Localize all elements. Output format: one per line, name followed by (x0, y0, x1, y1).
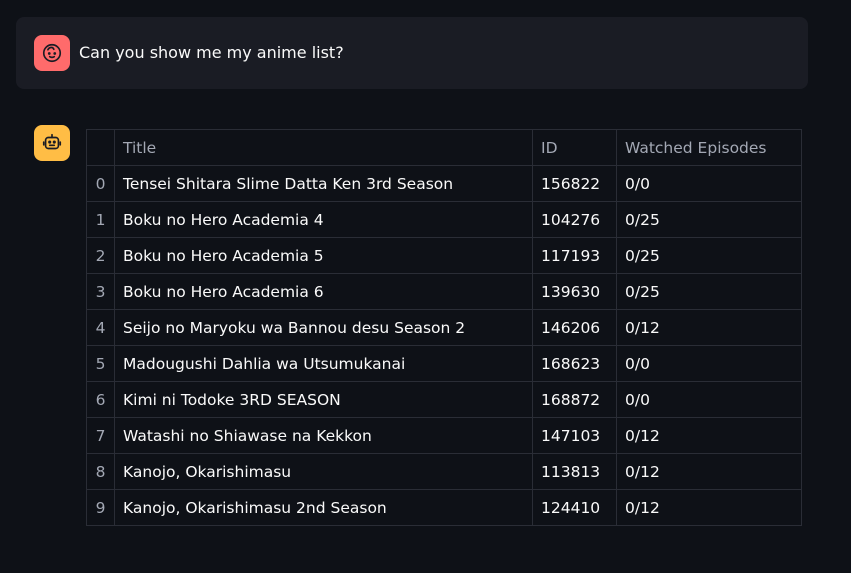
column-header-index[interactable] (86, 129, 115, 166)
robot-icon (42, 133, 62, 150)
id-cell[interactable]: 139630 (532, 273, 617, 310)
watched-cell[interactable]: 0/25 (616, 273, 802, 310)
title-cell[interactable]: Boku no Hero Academia 6 (114, 273, 533, 310)
id-cell[interactable]: 146206 (532, 309, 617, 346)
title-cell[interactable]: Kanojo, Okarishimasu (114, 453, 533, 490)
watched-cell[interactable]: 0/0 (616, 345, 802, 382)
id-cell[interactable]: 104276 (532, 201, 617, 238)
row-index: 0 (86, 165, 115, 202)
row-index: 4 (86, 309, 115, 346)
table-row[interactable]: 5 Madougushi Dahlia wa Utsumukanai 16862… (86, 345, 802, 382)
watched-cell[interactable]: 0/12 (616, 417, 802, 454)
table-row[interactable]: 8 Kanojo, Okarishimasu 113813 0/12 (86, 453, 802, 490)
watched-cell[interactable]: 0/0 (616, 165, 802, 202)
id-cell[interactable]: 168623 (532, 345, 617, 382)
column-header-title[interactable]: Title (114, 129, 533, 166)
watched-cell[interactable]: 0/25 (616, 237, 802, 274)
row-index: 5 (86, 345, 115, 382)
user-face-icon (42, 43, 62, 63)
table-row[interactable]: 1 Boku no Hero Academia 4 104276 0/25 (86, 201, 802, 238)
chat-page: Can you show me my anime list? Title ID … (0, 0, 851, 573)
id-cell[interactable]: 156822 (532, 165, 617, 202)
row-index: 8 (86, 453, 115, 490)
row-index: 3 (86, 273, 115, 310)
watched-cell[interactable]: 0/12 (616, 489, 802, 526)
row-index: 9 (86, 489, 115, 526)
column-header-watched-episodes[interactable]: Watched Episodes (616, 129, 802, 166)
title-cell[interactable]: Kanojo, Okarishimasu 2nd Season (114, 489, 533, 526)
title-cell[interactable]: Watashi no Shiawase na Kekkon (114, 417, 533, 454)
watched-cell[interactable]: 0/12 (616, 309, 802, 346)
user-avatar (34, 35, 70, 71)
assistant-avatar (34, 125, 70, 161)
table-row[interactable]: 6 Kimi ni Todoke 3RD SEASON 168872 0/0 (86, 381, 802, 418)
table-row[interactable]: 4 Seijo no Maryoku wa Bannou desu Season… (86, 309, 802, 346)
title-cell[interactable]: Kimi ni Todoke 3RD SEASON (114, 381, 533, 418)
id-cell[interactable]: 124410 (532, 489, 617, 526)
table-header-row: Title ID Watched Episodes (86, 129, 802, 166)
id-cell[interactable]: 113813 (532, 453, 617, 490)
row-index: 2 (86, 237, 115, 274)
table-row[interactable]: 0 Tensei Shitara Slime Datta Ken 3rd Sea… (86, 165, 802, 202)
title-cell[interactable]: Seijo no Maryoku wa Bannou desu Season 2 (114, 309, 533, 346)
watched-cell[interactable]: 0/25 (616, 201, 802, 238)
title-cell[interactable]: Boku no Hero Academia 4 (114, 201, 533, 238)
column-header-id[interactable]: ID (532, 129, 617, 166)
id-cell[interactable]: 168872 (532, 381, 617, 418)
user-message-text: Can you show me my anime list? (79, 43, 344, 62)
watched-cell[interactable]: 0/12 (616, 453, 802, 490)
table-row[interactable]: 7 Watashi no Shiawase na Kekkon 147103 0… (86, 417, 802, 454)
title-cell[interactable]: Madougushi Dahlia wa Utsumukanai (114, 345, 533, 382)
row-index: 7 (86, 417, 115, 454)
table-row[interactable]: 2 Boku no Hero Academia 5 117193 0/25 (86, 237, 802, 274)
title-cell[interactable]: Tensei Shitara Slime Datta Ken 3rd Seaso… (114, 165, 533, 202)
watched-cell[interactable]: 0/0 (616, 381, 802, 418)
id-cell[interactable]: 147103 (532, 417, 617, 454)
title-cell[interactable]: Boku no Hero Academia 5 (114, 237, 533, 274)
anime-list-table[interactable]: Title ID Watched Episodes 0 Tensei Shita… (86, 129, 802, 526)
user-message: Can you show me my anime list? (16, 17, 808, 89)
row-index: 1 (86, 201, 115, 238)
table-row[interactable]: 3 Boku no Hero Academia 6 139630 0/25 (86, 273, 802, 310)
id-cell[interactable]: 117193 (532, 237, 617, 274)
row-index: 6 (86, 381, 115, 418)
table-row[interactable]: 9 Kanojo, Okarishimasu 2nd Season 124410… (86, 489, 802, 526)
